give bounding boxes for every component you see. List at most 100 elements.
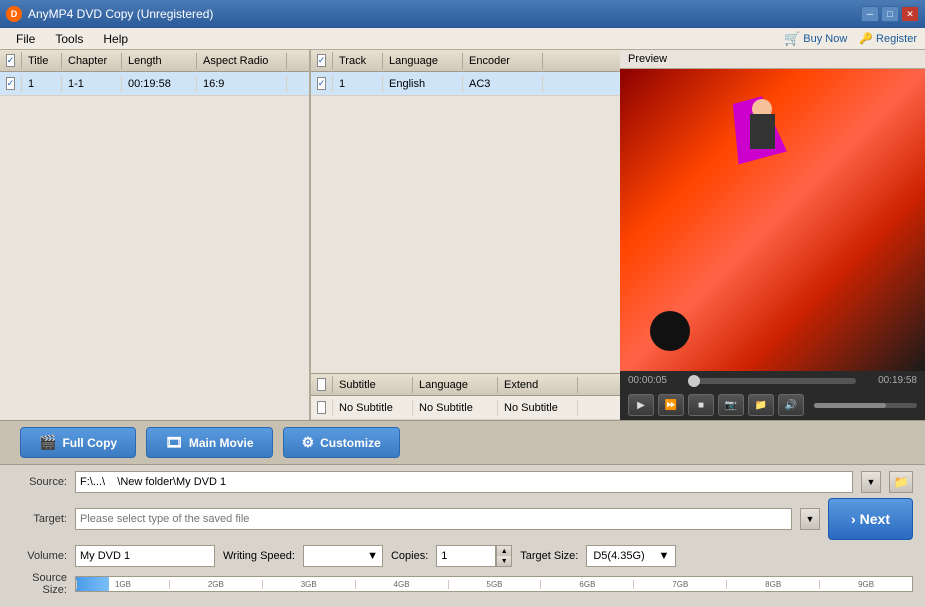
- header-checkbox-video[interactable]: ✓: [6, 54, 16, 67]
- track-table-row[interactable]: ✓ 1 English AC3: [311, 72, 620, 96]
- customize-label: Customize: [320, 436, 381, 450]
- th-check-video: ✓: [0, 52, 22, 69]
- maximize-button[interactable]: □: [881, 6, 899, 22]
- th-track: Track: [333, 53, 383, 69]
- next-chevron-icon: ›: [851, 511, 856, 527]
- settings-row: Volume: Writing Speed: ▼ Copies: ▲ ▼ Tar…: [12, 545, 913, 567]
- bottom-panel: Source: ▼ 📁 Target: ▼ › Next Volume: Wri…: [0, 465, 925, 607]
- customize-button[interactable]: ⚙ Customize: [283, 427, 400, 458]
- track-table-header: ✓ Track Language Encoder: [311, 50, 620, 72]
- source-label: Source:: [12, 476, 67, 488]
- fast-forward-button[interactable]: ⏩: [658, 394, 684, 416]
- copies-spinner: ▲ ▼: [496, 545, 512, 567]
- menu-help[interactable]: Help: [95, 30, 136, 48]
- td-title: 1: [22, 76, 62, 92]
- buy-now-label: Buy Now: [803, 33, 847, 45]
- source-input[interactable]: [75, 471, 853, 493]
- video-table-row[interactable]: ✓ 1 1-1 00:19:58 16:9: [0, 72, 309, 96]
- size-bar-container: 1GB 2GB 3GB 4GB 5GB 6GB 7GB 8GB 9GB: [75, 576, 913, 592]
- title-bar: D AnyMP4 DVD Copy (Unregistered) ─ □ ✕: [0, 0, 925, 28]
- right-sub-panel: ✓ Track Language Encoder ✓ 1 English AC3: [310, 50, 620, 420]
- source-folder-button[interactable]: 📁: [889, 471, 913, 493]
- copies-label: Copies:: [391, 550, 428, 562]
- volume-input[interactable]: [75, 545, 215, 567]
- menu-right-actions: 🛒 Buy Now 🔑 Register: [784, 31, 917, 47]
- seek-thumb[interactable]: [688, 375, 700, 387]
- target-dropdown-button[interactable]: ▼: [800, 508, 820, 530]
- total-time: 00:19:58: [862, 375, 917, 386]
- video-table: ✓ Title Chapter Length Aspect Radio ✓ 1 …: [0, 50, 309, 420]
- writing-speed-dropdown[interactable]: ▼: [303, 545, 383, 567]
- spin-down-button[interactable]: ▼: [497, 556, 511, 566]
- preview-panel: Preview 00:00:05 00:19:58 ▶ ⏩: [620, 50, 925, 420]
- td-check-subtitle[interactable]: [311, 399, 333, 416]
- subtitle-table: Subtitle Language Extend No Subtitle No …: [311, 373, 620, 420]
- th-language: Language: [383, 53, 463, 69]
- spin-up-button[interactable]: ▲: [497, 546, 511, 556]
- th-extend: Extend: [498, 377, 578, 393]
- menu-tools[interactable]: Tools: [47, 30, 91, 48]
- td-length: 00:19:58: [122, 76, 197, 92]
- th-subtitle: Subtitle: [333, 377, 413, 393]
- app-title: AnyMP4 DVD Copy (Unregistered): [28, 7, 861, 21]
- main-movie-icon: 🎞: [165, 434, 183, 451]
- td-aspect: 16:9: [197, 76, 287, 92]
- header-checkbox-track[interactable]: ✓: [317, 54, 327, 67]
- close-button[interactable]: ✕: [901, 6, 919, 22]
- preview-video: [620, 69, 925, 371]
- row-checkbox-track[interactable]: ✓: [317, 77, 327, 90]
- target-size-dropdown[interactable]: D5(4.35G) ▼: [586, 545, 676, 567]
- td-sub-language: No Subtitle: [413, 400, 498, 416]
- customize-icon: ⚙: [302, 434, 315, 451]
- size-tick-4gb: 4GB: [355, 580, 448, 589]
- menu-bar: File Tools Help 🛒 Buy Now 🔑 Register: [0, 28, 925, 50]
- volume-fill: [814, 403, 886, 408]
- copies-input[interactable]: [436, 545, 496, 567]
- key-icon: 🔑: [859, 32, 873, 45]
- subtitle-table-row[interactable]: No Subtitle No Subtitle No Subtitle: [311, 396, 620, 420]
- seek-track[interactable]: [689, 378, 856, 384]
- source-size-row: Source Size: 1GB 2GB 3GB 4GB 5GB 6GB 7GB…: [12, 572, 913, 596]
- row-checkbox-subtitle[interactable]: [317, 401, 326, 414]
- player-controls: ▶ ⏩ ■ 📷 📁 🔊: [620, 390, 925, 420]
- app-icon: D: [6, 6, 22, 22]
- current-time: 00:00:05: [628, 375, 683, 386]
- th-length: Length: [122, 53, 197, 69]
- menu-file[interactable]: File: [8, 30, 43, 48]
- volume-icon[interactable]: 🔊: [778, 394, 804, 416]
- seek-bar-area: 00:00:05 00:19:58: [620, 371, 925, 390]
- buy-now-button[interactable]: 🛒 Buy Now: [784, 31, 847, 47]
- writing-speed-label: Writing Speed:: [223, 550, 295, 562]
- full-copy-icon: 🎬: [39, 434, 56, 451]
- th-title: Title: [22, 53, 62, 69]
- size-tick-6gb: 6GB: [540, 580, 633, 589]
- td-language: English: [383, 76, 463, 92]
- main-movie-label: Main Movie: [189, 436, 254, 450]
- row-checkbox-video[interactable]: ✓: [6, 77, 16, 90]
- play-button[interactable]: ▶: [628, 394, 654, 416]
- video-table-header: ✓ Title Chapter Length Aspect Radio: [0, 50, 309, 72]
- next-button[interactable]: › Next: [828, 498, 913, 540]
- source-dropdown-button[interactable]: ▼: [861, 471, 881, 493]
- size-tick-2gb: 2GB: [169, 580, 262, 589]
- register-button[interactable]: 🔑 Register: [859, 32, 917, 45]
- th-chapter: Chapter: [62, 53, 122, 69]
- td-check-track[interactable]: ✓: [311, 75, 333, 92]
- screenshot-button[interactable]: 📷: [718, 394, 744, 416]
- td-check-video[interactable]: ✓: [0, 75, 22, 92]
- minimize-button[interactable]: ─: [861, 6, 879, 22]
- full-copy-button[interactable]: 🎬 Full Copy: [20, 427, 136, 458]
- folder-open-button[interactable]: 📁: [748, 394, 774, 416]
- target-input[interactable]: [75, 508, 792, 530]
- menu-items: File Tools Help: [8, 30, 136, 48]
- stop-button[interactable]: ■: [688, 394, 714, 416]
- main-movie-button[interactable]: 🎞 Main Movie: [146, 427, 272, 458]
- th-aspect-radio: Aspect Radio: [197, 53, 287, 69]
- size-tick-7gb: 7GB: [633, 580, 726, 589]
- volume-track[interactable]: [814, 403, 917, 408]
- header-checkbox-subtitle[interactable]: [317, 378, 326, 391]
- left-panel: ✓ Title Chapter Length Aspect Radio ✓ 1 …: [0, 50, 310, 420]
- target-size-wrapper: D5(4.35G) ▼: [586, 545, 676, 567]
- target-size-value: D5(4.35G): [593, 550, 644, 562]
- td-track: 1: [333, 76, 383, 92]
